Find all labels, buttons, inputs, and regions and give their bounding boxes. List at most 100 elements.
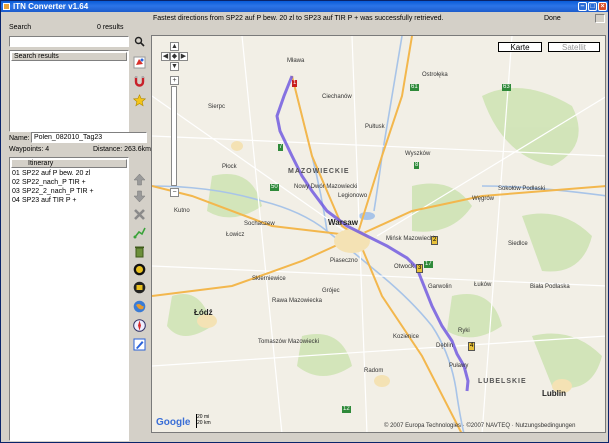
city-label: Mława [287,58,305,64]
favorite-button[interactable] [132,93,147,108]
route-name-input[interactable] [31,132,147,143]
zoom-in-button[interactable]: + [170,76,179,85]
road-number: 8 [414,162,420,169]
compass-button[interactable] [132,318,147,333]
pan-down-button[interactable]: ▼ [170,62,179,71]
trash-icon [135,246,144,258]
city-label: Tomaszów Mazowiecki [258,339,320,345]
close-button[interactable]: × [598,2,607,11]
waypoint-marker-start[interactable]: 1 [292,80,298,87]
search-button[interactable] [132,34,146,48]
star-icon [133,94,146,107]
route-icon [133,227,146,239]
waypoint-marker[interactable]: 3 [416,264,424,273]
google-earth-icon [133,56,146,69]
map-scale: 20 mi 20 km [196,414,243,428]
device-icon [133,281,146,294]
city-label: Pułtusk [365,124,385,130]
city-label: Lublin [542,389,566,398]
city-label: Biała Podlaska [530,284,570,290]
navigator-button[interactable] [132,262,147,277]
city-label: Rawa Mazowiecka [272,298,323,304]
search-results-header: Search results [11,52,127,61]
road-number: 7 [278,144,284,151]
move-down-button[interactable] [132,189,147,204]
delete-button[interactable] [132,207,147,222]
edit-icon [133,338,146,351]
region-label: MAZOWIECKIE [288,168,350,175]
pan-right-button[interactable]: ▶ [179,52,188,61]
arrow-down-icon [133,190,146,203]
city-label: Skierniewice [252,276,286,282]
move-up-button[interactable] [132,172,147,187]
globe-icon [133,300,146,313]
search-icon [134,36,145,47]
region-label: LUBELSKIE [478,378,527,385]
city-label: Otwock [394,264,415,270]
google-earth-button[interactable] [132,55,147,70]
itinerary-list[interactable]: Itinerary 01 SP22 auf P bew. 20 zl 02 SP22… [9,157,129,441]
route-distance: Distance: 263.6km [93,146,151,153]
itinerary-row[interactable]: 02 SP22_nach_P TIR + [12,179,86,186]
city-label: Mińsk Mazowiecki [386,236,435,242]
app-icon [3,3,10,10]
city-label: Kozienice [393,334,420,340]
app-window: ITN Converter v1.64 – □ × Search 0 resul… [0,0,609,443]
minimize-button[interactable]: – [578,2,587,11]
waypoint-marker[interactable]: 4 [468,342,476,351]
itinerary-row[interactable]: 04 SP23 auf TIR P + [12,197,76,204]
city-label: Radom [364,368,384,374]
device-button[interactable] [132,280,147,295]
window-title: ITN Converter v1.64 [13,2,89,11]
map-type-karte[interactable]: Karte [498,42,542,52]
road-number: 61 [410,84,419,91]
status-box [595,14,605,23]
zoom-out-button[interactable]: − [170,188,179,197]
city-label: Warsaw [328,218,358,227]
map-type-satellit[interactable]: Satellit [548,42,600,52]
city-label: Puławy [449,363,469,369]
route-button[interactable] [132,225,147,240]
search-results-list[interactable]: Search results [9,50,129,132]
road-number: 12 [342,406,351,413]
city-label: Siedlce [508,241,528,247]
pan-center-button[interactable]: ◆ [170,52,179,61]
titlebar: ITN Converter v1.64 – □ × [1,1,608,12]
magnet-button[interactable] [132,74,147,89]
compass-icon [133,319,146,332]
city-label: Łuków [474,282,492,288]
google-logo: Google [156,417,191,428]
gps-device-icon [133,263,146,276]
city-label: Piaseczno [330,258,358,264]
city-label: Ostrołęka [422,72,448,78]
search-input[interactable] [9,36,129,47]
road-number: 50 [270,184,279,191]
city-label: Sokołów Podlaski [498,186,546,192]
globe-button[interactable] [132,299,147,314]
search-result-count: 0 results [97,24,124,31]
zoom-slider[interactable] [171,86,177,186]
waypoints-count: Waypoints: 4 [9,146,50,153]
city-label: Dęblin [436,343,454,349]
delete-icon [134,209,145,220]
city-label: Ciechanów [322,94,352,100]
city-label: Ryki [458,328,470,334]
search-label: Search [9,24,32,31]
itinerary-row[interactable]: 01 SP22 auf P bew. 20 zl [12,170,90,177]
waypoint-marker[interactable]: 2 [431,236,439,245]
status-state: Done [544,15,561,22]
map-view[interactable]: Karte Satellit ▲ ◀ ◆ ▶ ▼ + − Warsaw Łódź… [151,35,606,433]
itinerary-header: Itinerary [11,159,127,168]
city-label: Grójec [322,288,340,294]
pan-left-button[interactable]: ◀ [161,52,170,61]
trash-button[interactable] [132,244,147,259]
map-copyright: © 2007 Europa Technologies · ©2007 NAVTE… [384,423,576,429]
maximize-button[interactable]: □ [588,2,597,11]
city-label: Węgrów [472,196,495,202]
city-label: Łódź [194,308,213,317]
itinerary-row[interactable]: 03 SP22_2_nach_P TIR + [12,188,94,195]
edit-button[interactable] [132,337,147,352]
pan-up-button[interactable]: ▲ [170,42,179,51]
left-panel: Search 0 results Search results Name: Wa… [1,12,151,442]
city-label: Płock [222,164,237,170]
